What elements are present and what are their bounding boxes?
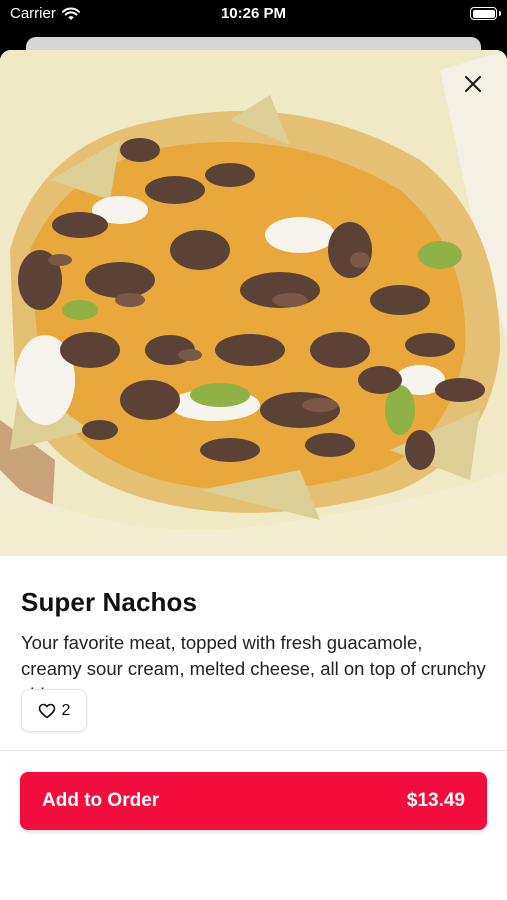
like-button[interactable]: 2 — [21, 689, 87, 732]
add-to-order-button[interactable]: Add to Order $13.49 — [20, 772, 487, 830]
item-title: Super Nachos — [21, 587, 198, 617]
like-count: 2 — [61, 701, 71, 719]
status-bar: Carrier 10:26 PM — [0, 0, 507, 30]
add-to-order-label: Add to Order — [42, 790, 160, 811]
divider — [0, 750, 507, 751]
close-icon — [464, 75, 482, 93]
status-time: 10:26 PM — [220, 5, 287, 22]
battery-icon — [470, 7, 501, 20]
close-button[interactable] — [459, 70, 487, 98]
item-price: $13.49 — [406, 790, 465, 811]
item-info: Super Nachos Your favorite meat, topped … — [21, 587, 486, 708]
nachos-photo — [0, 50, 507, 556]
heart-icon — [38, 703, 55, 718]
item-description: Your favorite meat, topped with fresh gu… — [21, 632, 486, 705]
